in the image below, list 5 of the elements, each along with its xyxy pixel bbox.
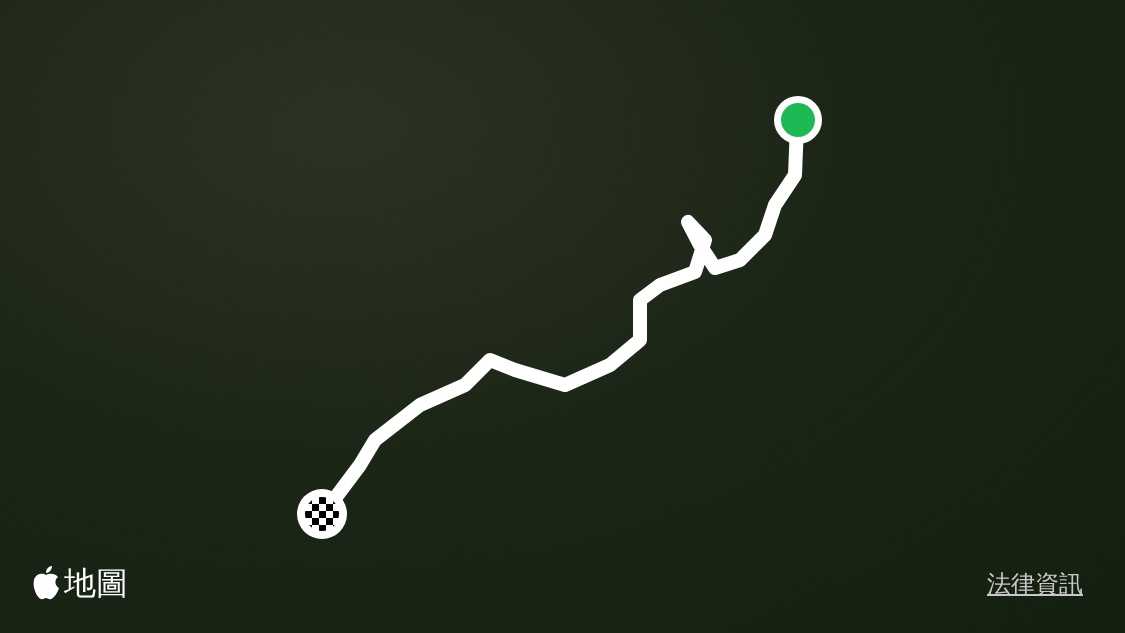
maps-logo-text: 地圖	[64, 567, 128, 599]
legal-link[interactable]: 法律資訊	[987, 572, 1083, 596]
finish-flag-icon	[297, 489, 347, 539]
satellite-map[interactable]: 地圖 法律資訊	[0, 0, 1125, 633]
start-marker-icon	[774, 96, 822, 144]
